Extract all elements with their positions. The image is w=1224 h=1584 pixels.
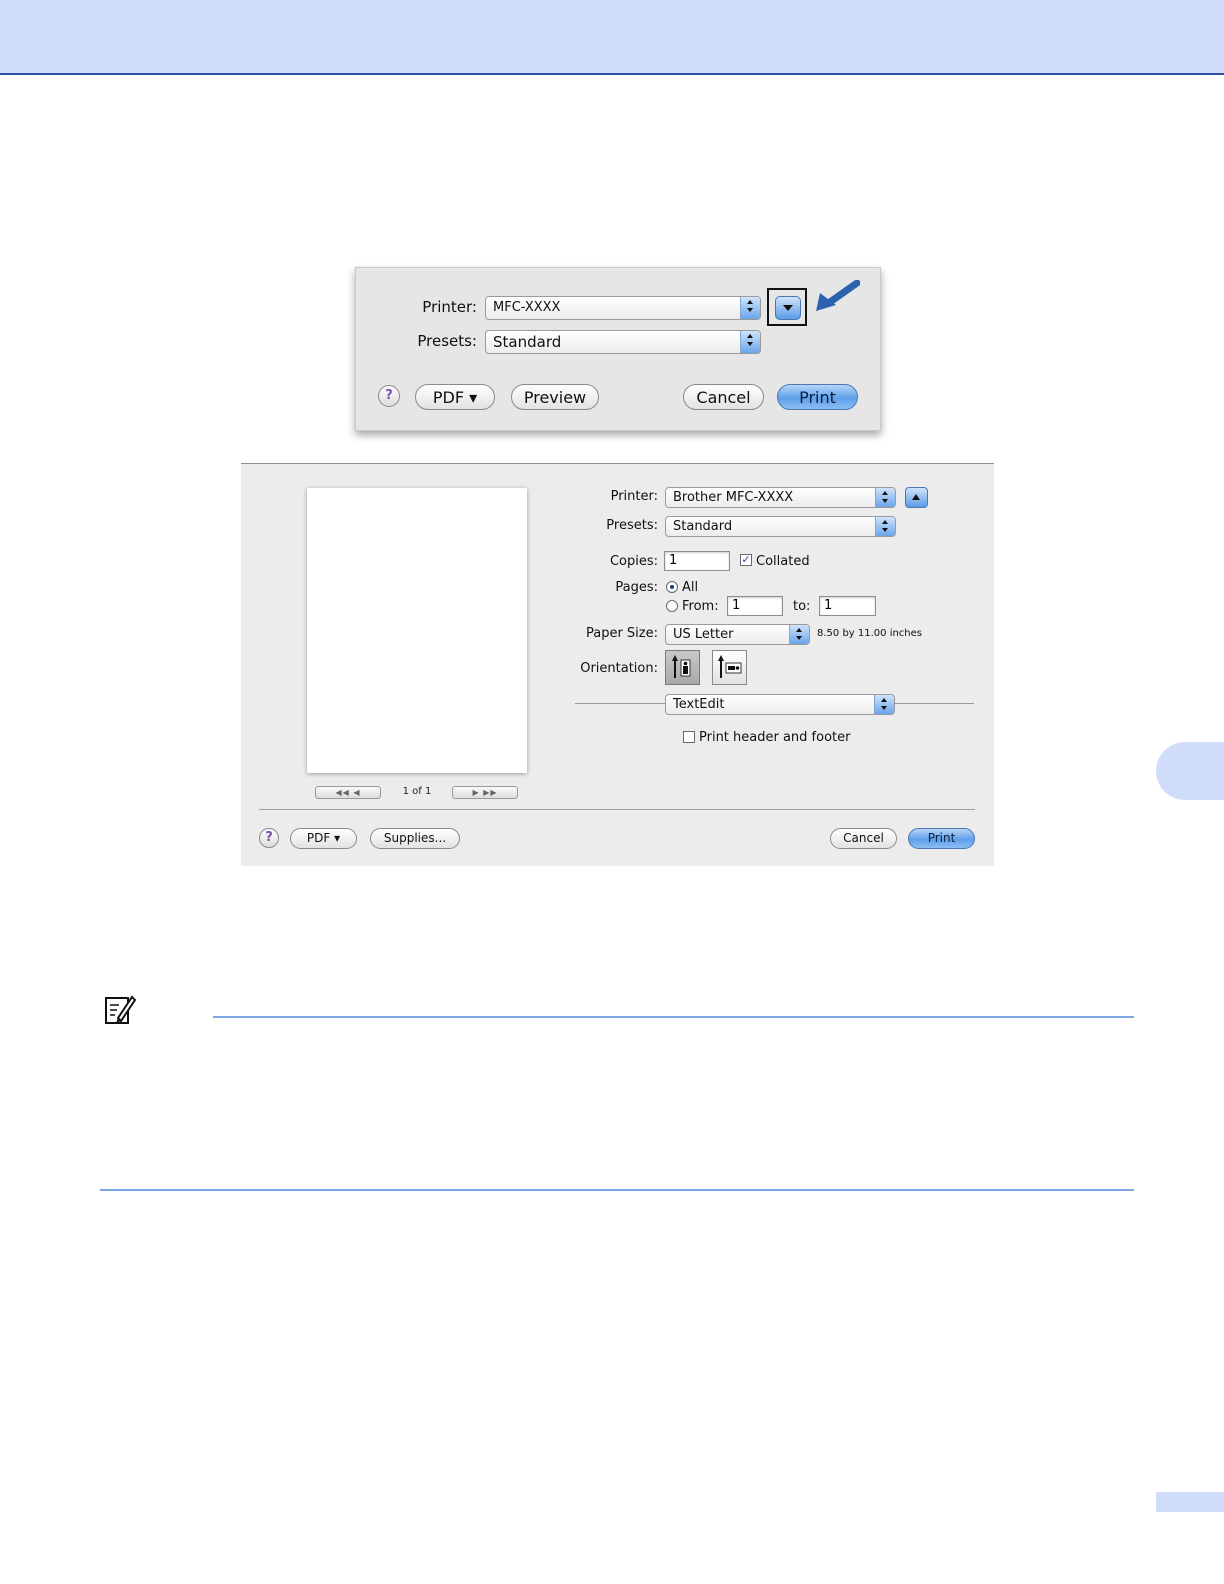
printer-popup-value: Brother MFC-XXXX — [673, 490, 794, 505]
note-pencil-icon — [105, 995, 136, 1024]
note-rule-top — [213, 1016, 1134, 1018]
separator-line — [895, 703, 974, 704]
disclosure-highlight-box — [767, 288, 807, 326]
landscape-orientation-icon — [718, 655, 742, 678]
pdf-button[interactable]: PDF ▾ — [415, 384, 495, 410]
pages-to-text: to: — [793, 599, 811, 614]
page-counter: 1 of 1 — [402, 786, 432, 797]
presets-label: Presets: — [606, 518, 658, 533]
popup-stepper-icon — [740, 331, 760, 353]
header-footer-label: Print header and footer — [699, 730, 851, 745]
chapter-side-tab — [1156, 742, 1224, 800]
print-button[interactable]: Print — [908, 828, 975, 849]
orientation-portrait-button[interactable] — [665, 650, 700, 685]
pages-from-label: From: — [682, 599, 719, 614]
popup-stepper-icon — [789, 625, 809, 644]
printer-popup-value: MFC-XXXX — [493, 300, 561, 315]
app-panel-popup-value: TextEdit — [673, 697, 725, 712]
page-header-band — [0, 0, 1224, 75]
pages-from-field[interactable]: 1 — [727, 596, 783, 616]
page-number-tab — [1156, 1492, 1224, 1512]
popup-stepper-icon — [740, 297, 760, 319]
disclosure-button[interactable] — [905, 487, 928, 508]
popup-stepper-icon — [875, 517, 895, 536]
disclosure-triangle-down-icon — [783, 305, 793, 311]
paper-size-label: Paper Size: — [585, 626, 658, 641]
copies-field[interactable]: 1 — [664, 551, 730, 571]
presets-popup-value: Standard — [493, 333, 562, 351]
page-forward-buttons[interactable]: ▶ ▶▶ — [452, 786, 518, 799]
footer-separator — [259, 809, 975, 810]
pages-from-radio[interactable] — [666, 600, 678, 612]
header-footer-checkbox[interactable] — [683, 731, 695, 743]
paper-size-popup[interactable]: US Letter — [665, 624, 810, 645]
presets-popup[interactable]: Standard — [485, 330, 761, 354]
presets-popup[interactable]: Standard — [665, 516, 896, 537]
pages-all-radio[interactable] — [666, 581, 678, 593]
pages-all-label: All — [682, 580, 699, 595]
radio-selected-dot — [670, 585, 674, 589]
cancel-button[interactable]: Cancel — [683, 384, 764, 410]
pdf-button[interactable]: PDF ▾ — [290, 828, 357, 849]
cancel-button[interactable]: Cancel — [830, 828, 897, 849]
supplies-button[interactable]: Supplies... — [370, 828, 460, 849]
help-button[interactable]: ? — [259, 828, 279, 848]
page-preview — [307, 488, 527, 773]
paper-size-dimensions: 8.50 by 11.00 inches — [817, 628, 923, 639]
orientation-label: Orientation: — [580, 661, 658, 676]
page-back-buttons[interactable]: ◀◀ ◀ — [315, 786, 381, 799]
collated-label: Collated — [756, 554, 810, 569]
orientation-landscape-button[interactable] — [712, 650, 747, 685]
printer-popup[interactable]: Brother MFC-XXXX — [665, 487, 896, 508]
popup-stepper-icon — [875, 488, 895, 507]
app-panel-popup[interactable]: TextEdit — [665, 694, 895, 715]
presets-popup-value: Standard — [673, 519, 733, 534]
printer-popup[interactable]: MFC-XXXX — [485, 296, 761, 320]
pages-to-field[interactable]: 1 — [819, 596, 876, 616]
printer-label: Printer: — [610, 489, 658, 504]
printer-label: Printer: — [422, 298, 477, 316]
print-dialog-expanded: ◀◀ ◀ 1 of 1 ▶ ▶▶ Printer: Brother MFC-XX… — [241, 463, 994, 866]
preview-button[interactable]: Preview — [511, 384, 599, 410]
disclosure-triangle-up-icon — [912, 494, 920, 500]
pages-label: Pages: — [615, 580, 658, 595]
print-button[interactable]: Print — [777, 384, 858, 410]
note-rule-bottom — [100, 1189, 1134, 1191]
portrait-orientation-icon — [672, 655, 691, 678]
disclosure-button[interactable] — [775, 296, 801, 320]
popup-stepper-icon — [874, 695, 894, 714]
collated-checkbox[interactable]: ✓ — [740, 554, 752, 566]
presets-label: Presets: — [417, 332, 477, 350]
separator-line — [575, 703, 665, 704]
copies-label: Copies: — [609, 554, 658, 569]
help-button[interactable]: ? — [378, 385, 400, 407]
print-dialog-compact: Printer: MFC-XXXX Presets: Standard ? PD… — [355, 267, 881, 431]
paper-size-popup-value: US Letter — [673, 627, 734, 642]
arrow-icon — [816, 280, 860, 311]
